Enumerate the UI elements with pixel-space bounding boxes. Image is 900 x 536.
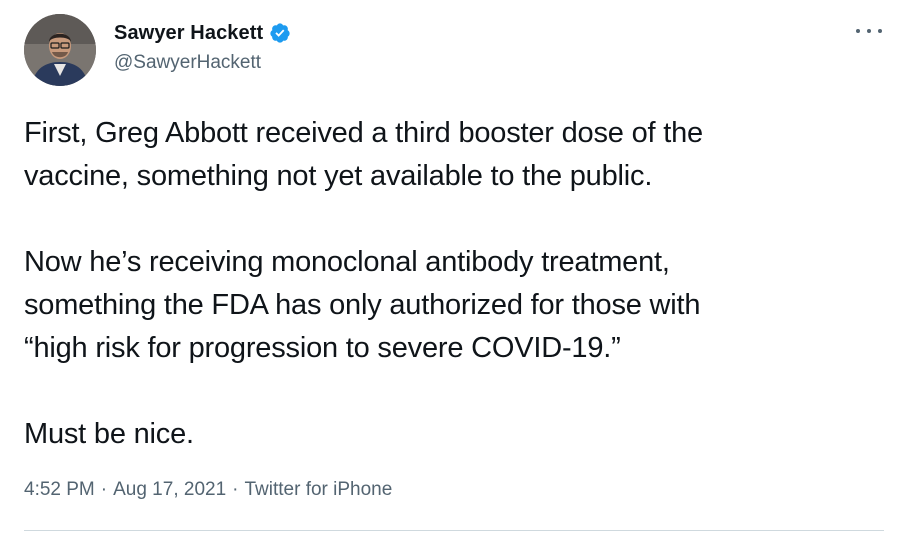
tweet-time[interactable]: 4:52 PM <box>24 479 95 501</box>
tweet-date[interactable]: Aug 17, 2021 <box>113 479 226 501</box>
more-options-icon[interactable] <box>856 22 882 40</box>
tweet-line: vaccine, something not yet available to … <box>24 160 653 192</box>
tweet-line: “high risk for progression to severe COV… <box>24 332 621 364</box>
tweet-text: First, Greg Abbott received a third boos… <box>24 112 884 456</box>
avatar[interactable] <box>24 14 96 86</box>
tweet-source[interactable]: Twitter for iPhone <box>244 479 392 501</box>
separator-dot: · <box>232 479 239 500</box>
tweet-line: First, Greg Abbott received a third boos… <box>24 117 703 149</box>
author-name-row: Sawyer Hackett <box>114 20 291 46</box>
divider <box>24 530 884 531</box>
tweet-metadata: 4:52 PM · Aug 17, 2021 · Twitter for iPh… <box>24 479 392 501</box>
tweet-line: Must be nice. <box>24 418 194 450</box>
verified-badge-icon <box>269 22 291 44</box>
separator-dot: · <box>100 479 108 500</box>
tweet-card: Sawyer Hackett @SawyerHackett First, Gre… <box>0 0 900 536</box>
avatar-image <box>24 14 96 86</box>
tweet-line: something the FDA has only authorized fo… <box>24 289 701 321</box>
display-name[interactable]: Sawyer Hackett <box>114 22 263 45</box>
tweet-line: Now he’s receiving monoclonal antibody t… <box>24 246 670 278</box>
author-handle[interactable]: @SawyerHackett <box>114 52 261 74</box>
